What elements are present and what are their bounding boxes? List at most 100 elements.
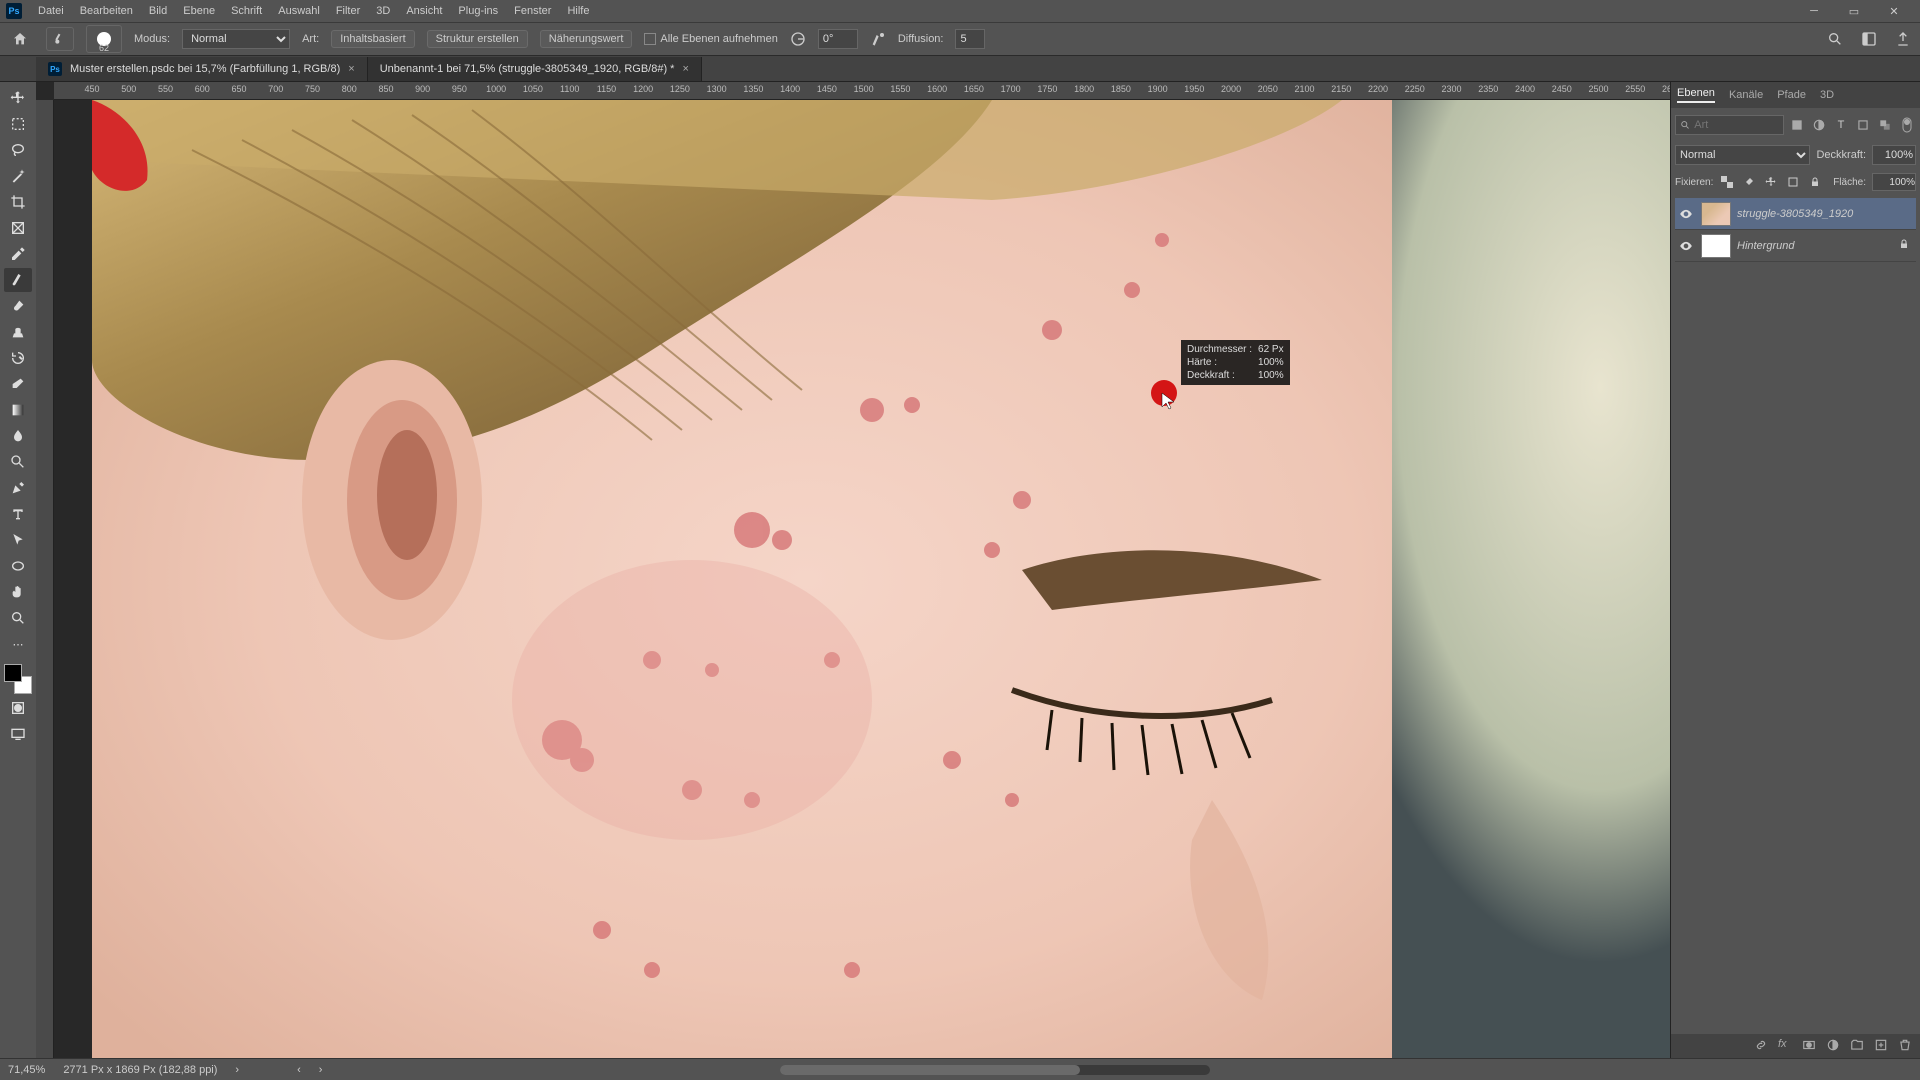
menu-fenster[interactable]: Fenster: [506, 5, 559, 17]
menu-bild[interactable]: Bild: [141, 5, 175, 17]
move-tool[interactable]: [4, 86, 32, 110]
angle-input[interactable]: [818, 29, 858, 49]
brush-preset-picker[interactable]: 62: [86, 25, 122, 53]
pressure-icon[interactable]: [870, 31, 886, 47]
menu-auswahl[interactable]: Auswahl: [270, 5, 328, 17]
blur-tool[interactable]: [4, 424, 32, 448]
tab-pfade[interactable]: Pfade: [1777, 89, 1806, 101]
adjustment-layer-icon[interactable]: [1826, 1038, 1842, 1054]
layer-filter-input[interactable]: [1694, 119, 1779, 131]
status-nav-prev-icon[interactable]: ‹: [297, 1064, 301, 1076]
layer-struggle[interactable]: struggle-3805349_1920: [1675, 198, 1916, 230]
current-tool-icon[interactable]: [46, 27, 74, 51]
pen-tool[interactable]: [4, 476, 32, 500]
healing-brush-tool[interactable]: [4, 268, 32, 292]
link-layers-icon[interactable]: [1754, 1038, 1770, 1054]
filter-adjust-icon[interactable]: [1810, 116, 1828, 134]
menu-plugins[interactable]: Plug-ins: [450, 5, 506, 17]
layer-visibility-icon[interactable]: [1677, 239, 1695, 253]
magic-wand-tool[interactable]: [4, 164, 32, 188]
layer-visibility-icon[interactable]: [1677, 207, 1695, 221]
frame-tool[interactable]: [4, 216, 32, 240]
filter-type-icon[interactable]: T: [1832, 116, 1850, 134]
gradient-tool[interactable]: [4, 398, 32, 422]
color-swatches[interactable]: [4, 664, 32, 694]
marquee-tool[interactable]: [4, 112, 32, 136]
document-canvas[interactable]: Durchmesser :62 Px Härte :100% Deckkraft…: [54, 100, 1670, 1058]
menu-filter[interactable]: Filter: [328, 5, 368, 17]
home-button[interactable]: [6, 27, 34, 51]
window-close-button[interactable]: ✕: [1874, 0, 1914, 22]
tab-close-icon[interactable]: ×: [348, 63, 354, 75]
proximity-match-button[interactable]: Näherungswert: [540, 30, 633, 48]
tab-unbenannt-1[interactable]: Unbenannt-1 bei 71,5% (struggle-3805349_…: [368, 57, 702, 81]
opacity-input[interactable]: [1872, 145, 1916, 165]
screen-mode-button[interactable]: [4, 722, 32, 746]
filter-smart-icon[interactable]: [1876, 116, 1894, 134]
zoom-tool[interactable]: [4, 606, 32, 630]
filter-shape-icon[interactable]: [1854, 116, 1872, 134]
clone-stamp-tool[interactable]: [4, 320, 32, 344]
eyedropper-tool[interactable]: [4, 242, 32, 266]
blend-mode-select[interactable]: Normal: [182, 29, 290, 49]
menu-hilfe[interactable]: Hilfe: [559, 5, 597, 17]
status-chevron-icon[interactable]: ›: [235, 1064, 239, 1076]
lock-transparency-icon[interactable]: [1719, 174, 1735, 190]
delete-layer-icon[interactable]: [1898, 1038, 1914, 1054]
edit-toolbar-button[interactable]: ⋯: [4, 632, 32, 656]
lock-position-icon[interactable]: [1763, 174, 1779, 190]
status-nav-next-icon[interactable]: ›: [319, 1064, 323, 1076]
group-layers-icon[interactable]: [1850, 1038, 1866, 1054]
lock-pixels-icon[interactable]: [1741, 174, 1757, 190]
foreground-color-swatch[interactable]: [4, 664, 22, 682]
lock-artboard-icon[interactable]: [1785, 174, 1801, 190]
history-brush-tool[interactable]: [4, 346, 32, 370]
filter-pixel-icon[interactable]: [1788, 116, 1806, 134]
lock-all-icon[interactable]: [1807, 174, 1823, 190]
diffusion-input[interactable]: [955, 29, 985, 49]
search-icon[interactable]: [1824, 28, 1846, 50]
tab-muster-erstellen[interactable]: Ps Muster erstellen.psdc bei 15,7% (Farb…: [36, 57, 368, 81]
eraser-tool[interactable]: [4, 372, 32, 396]
fill-input[interactable]: [1872, 173, 1916, 191]
content-aware-button[interactable]: Inhaltsbasiert: [331, 30, 414, 48]
brush-tool[interactable]: [4, 294, 32, 318]
layer-style-icon[interactable]: fx: [1778, 1038, 1794, 1054]
type-tool[interactable]: [4, 502, 32, 526]
share-icon[interactable]: [1892, 28, 1914, 50]
menu-schrift[interactable]: Schrift: [223, 5, 270, 17]
quick-mask-button[interactable]: [4, 696, 32, 720]
tab-kanaele[interactable]: Kanäle: [1729, 89, 1763, 101]
menu-3d[interactable]: 3D: [368, 5, 398, 17]
horizontal-scrollbar[interactable]: [780, 1065, 1210, 1075]
layer-blend-mode-select[interactable]: Normal: [1675, 145, 1810, 165]
menu-ebene[interactable]: Ebene: [175, 5, 223, 17]
filter-toggle-icon[interactable]: [1898, 116, 1916, 134]
scrollbar-thumb[interactable]: [780, 1065, 1080, 1075]
horizontal-ruler[interactable]: 4505005506006507007508008509009501000105…: [54, 82, 1670, 100]
path-select-tool[interactable]: [4, 528, 32, 552]
layer-hintergrund[interactable]: Hintergrund: [1675, 230, 1916, 262]
window-minimize-button[interactable]: ─: [1794, 0, 1834, 22]
lasso-tool[interactable]: [4, 138, 32, 162]
menu-datei[interactable]: Datei: [30, 5, 72, 17]
tab-3d[interactable]: 3D: [1820, 89, 1834, 101]
layer-mask-icon[interactable]: [1802, 1038, 1818, 1054]
window-restore-button[interactable]: ▭: [1834, 0, 1874, 22]
workspace-icon[interactable]: [1858, 28, 1880, 50]
tab-ebenen[interactable]: Ebenen: [1677, 87, 1715, 103]
shape-tool[interactable]: [4, 554, 32, 578]
hand-tool[interactable]: [4, 580, 32, 604]
menu-bearbeiten[interactable]: Bearbeiten: [72, 5, 141, 17]
sample-all-layers-checkbox[interactable]: Alle Ebenen aufnehmen: [644, 33, 777, 45]
new-layer-icon[interactable]: [1874, 1038, 1890, 1054]
vertical-ruler[interactable]: [36, 100, 54, 1058]
dodge-tool[interactable]: [4, 450, 32, 474]
crop-tool[interactable]: [4, 190, 32, 214]
create-texture-button[interactable]: Struktur erstellen: [427, 30, 528, 48]
tab-close-icon[interactable]: ×: [682, 63, 688, 75]
document-dimensions[interactable]: 2771 Px x 1869 Px (182,88 ppi): [63, 1064, 217, 1076]
menu-ansicht[interactable]: Ansicht: [398, 5, 450, 17]
zoom-level[interactable]: 71,45%: [8, 1064, 45, 1076]
layer-filter[interactable]: [1675, 115, 1784, 135]
